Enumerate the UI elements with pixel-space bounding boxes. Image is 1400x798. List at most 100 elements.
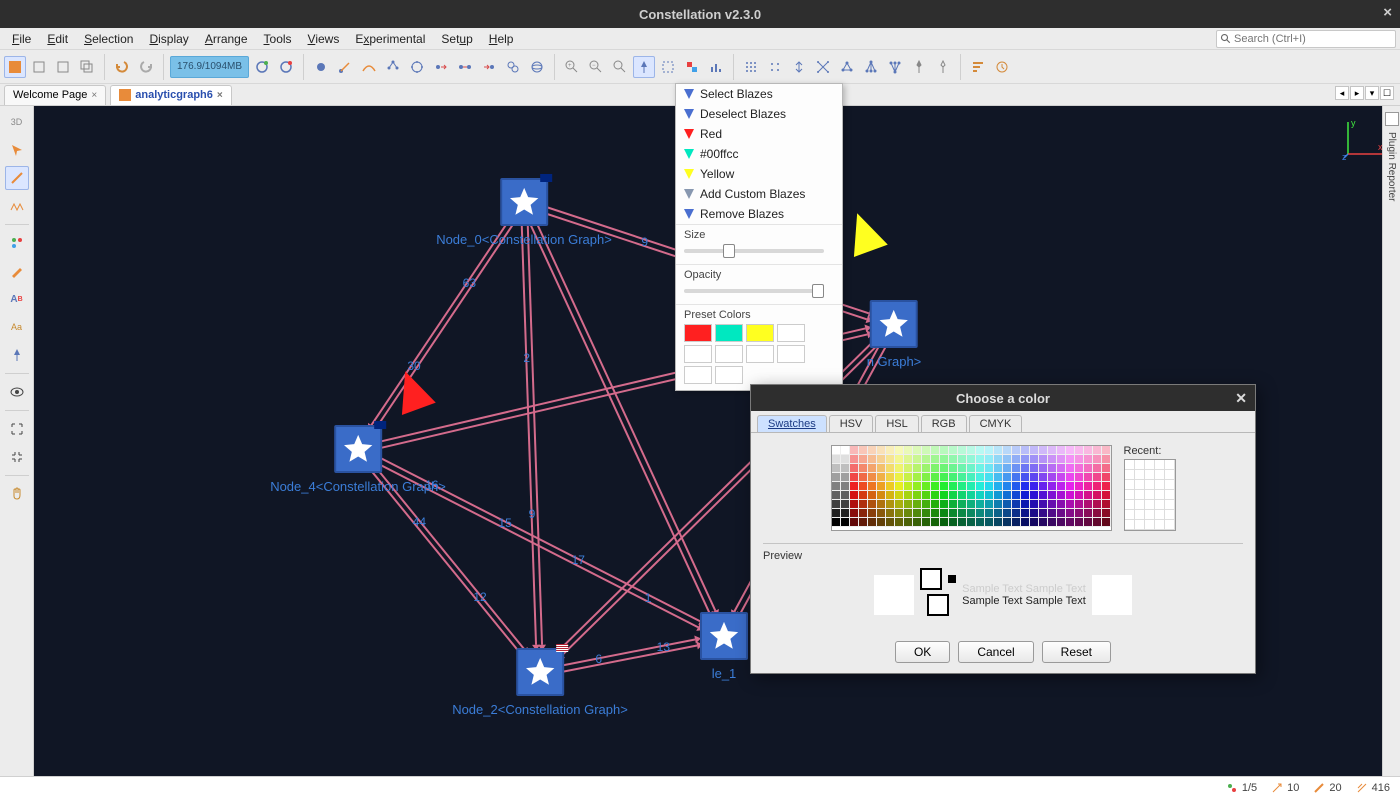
menu-tools[interactable]: Tools: [256, 30, 300, 48]
select-rect-button[interactable]: [657, 56, 679, 78]
unpin-button[interactable]: [932, 56, 954, 78]
color-tab-hsv[interactable]: HSV: [829, 415, 874, 432]
new-graph-button[interactable]: [4, 56, 26, 78]
hop-in-button[interactable]: [478, 56, 500, 78]
clock-button[interactable]: [991, 56, 1013, 78]
blaze-menu-item[interactable]: Remove Blazes: [676, 204, 842, 224]
edge-tool[interactable]: [334, 56, 356, 78]
swatch-grid[interactable]: [831, 445, 1112, 531]
pin-button[interactable]: [908, 56, 930, 78]
color-tab-hsl[interactable]: HSL: [875, 415, 918, 432]
tab-close-icon[interactable]: ×: [217, 90, 223, 101]
text-a-button[interactable]: AB: [5, 287, 29, 311]
recent-swatch-grid[interactable]: [1124, 459, 1176, 531]
graph-node[interactable]: n Graph>: [867, 300, 922, 369]
blaze-menu-item[interactable]: Select Blazes: [676, 84, 842, 104]
sort-button[interactable]: [967, 56, 989, 78]
blaze-marker[interactable]: [388, 365, 436, 415]
zoom-in-button[interactable]: +: [561, 56, 583, 78]
menu-setup[interactable]: Setup: [433, 30, 480, 48]
refresh-button-2[interactable]: [275, 56, 297, 78]
tree-down-button[interactable]: [860, 56, 882, 78]
menu-experimental[interactable]: Experimental: [347, 30, 433, 48]
tree-layout-button[interactable]: [382, 56, 404, 78]
tab-analyticgraph6[interactable]: analyticgraph6 ×: [110, 85, 231, 105]
blaze-menu-item[interactable]: #00ffcc: [676, 144, 842, 164]
grid-dense-button[interactable]: [740, 56, 762, 78]
collapse-button[interactable]: [788, 56, 810, 78]
tab-close-icon[interactable]: ×: [91, 90, 97, 101]
menu-views[interactable]: Views: [300, 30, 348, 48]
nav-next-button[interactable]: ▸: [1350, 86, 1364, 100]
preset-swatch[interactable]: [715, 366, 743, 384]
color-tab-cmyk[interactable]: CMYK: [969, 415, 1023, 432]
composite-button[interactable]: [502, 56, 524, 78]
contract-all-button[interactable]: [5, 445, 29, 469]
preset-swatch[interactable]: [684, 366, 712, 384]
cancel-button[interactable]: Cancel: [958, 641, 1033, 663]
node-tool[interactable]: [310, 56, 332, 78]
expand-all-button[interactable]: [5, 417, 29, 441]
graph-node[interactable]: Node_0<Constellation Graph>: [436, 178, 612, 247]
ok-button[interactable]: OK: [895, 641, 950, 663]
blaze-menu-item[interactable]: Yellow: [676, 164, 842, 184]
preset-swatch[interactable]: [684, 345, 712, 363]
blaze-menu-item[interactable]: Red: [676, 124, 842, 144]
preset-swatch[interactable]: [746, 324, 774, 342]
preset-swatch[interactable]: [684, 324, 712, 342]
window-close-icon[interactable]: ×: [1383, 4, 1392, 21]
graph-node[interactable]: le_1: [700, 612, 748, 681]
menu-help[interactable]: Help: [481, 30, 522, 48]
blaze-marker[interactable]: [840, 207, 888, 257]
preset-swatch[interactable]: [715, 324, 743, 342]
preset-swatch[interactable]: [746, 345, 774, 363]
select-arrow-button[interactable]: [5, 138, 29, 162]
draw-line-button[interactable]: [5, 166, 29, 190]
menu-display[interactable]: Display: [141, 30, 196, 48]
graph-node[interactable]: Node_4<Constellation Graph>: [270, 425, 446, 494]
refresh-button-1[interactable]: [251, 56, 273, 78]
preset-swatch[interactable]: [715, 345, 743, 363]
nav-maximize-button[interactable]: ☐: [1380, 86, 1394, 100]
grid-sparse-button[interactable]: [764, 56, 786, 78]
edit-arrow-button[interactable]: [5, 259, 29, 283]
path-tool[interactable]: [358, 56, 380, 78]
open-file-button[interactable]: [28, 56, 50, 78]
node-palette-button[interactable]: [5, 231, 29, 255]
blaze-side-button[interactable]: [5, 343, 29, 367]
color-tab-swatches[interactable]: Swatches: [757, 415, 827, 432]
nav-prev-button[interactable]: ◂: [1335, 86, 1349, 100]
plugin-reporter-strip[interactable]: Plugin Reporter: [1382, 106, 1400, 776]
menu-selection[interactable]: Selection: [76, 30, 141, 48]
hop-out-button[interactable]: [430, 56, 452, 78]
expand-diag-button[interactable]: [812, 56, 834, 78]
blaze-menu-item[interactable]: Add Custom Blazes: [676, 184, 842, 204]
redo-button[interactable]: [135, 56, 157, 78]
menu-file[interactable]: File: [4, 30, 39, 48]
sphere-button[interactable]: [526, 56, 548, 78]
color-dialog-close-icon[interactable]: ✕: [1235, 390, 1247, 407]
zoom-fit-button[interactable]: [609, 56, 631, 78]
text-small-button[interactable]: Aa: [5, 315, 29, 339]
opacity-slider[interactable]: [684, 284, 824, 298]
size-slider[interactable]: [684, 244, 824, 258]
graph-node[interactable]: Node_2<Constellation Graph>: [452, 648, 628, 717]
graph-metrics-button[interactable]: [836, 56, 858, 78]
nav-dropdown-button[interactable]: ▾: [1365, 86, 1379, 100]
tab-welcome[interactable]: Welcome Page ×: [4, 85, 106, 105]
preset-swatch[interactable]: [777, 324, 805, 342]
color-tab-rgb[interactable]: RGB: [921, 415, 967, 432]
tree-up-button[interactable]: [884, 56, 906, 78]
blaze-button[interactable]: [633, 56, 655, 78]
histogram-button[interactable]: [705, 56, 727, 78]
visibility-button[interactable]: [5, 380, 29, 404]
search-box[interactable]: [1216, 30, 1396, 48]
zoom-out-button[interactable]: −: [585, 56, 607, 78]
mode-3d-button[interactable]: 3D: [5, 110, 29, 134]
reset-button[interactable]: Reset: [1042, 641, 1111, 663]
menu-arrange[interactable]: Arrange: [197, 30, 256, 48]
hop-between-button[interactable]: [454, 56, 476, 78]
draw-zigzag-button[interactable]: [5, 194, 29, 218]
save-file-button[interactable]: [52, 56, 74, 78]
menu-edit[interactable]: Edit: [39, 30, 76, 48]
